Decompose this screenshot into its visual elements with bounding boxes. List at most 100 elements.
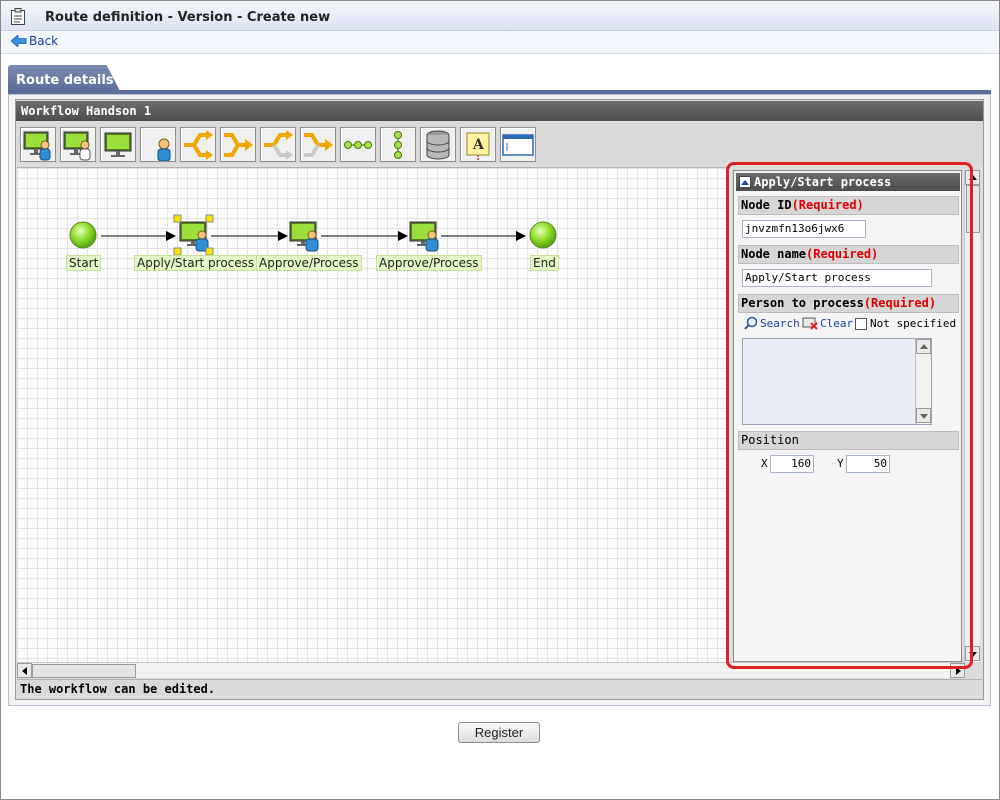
title-bar: Route definition - Version - Create new bbox=[1, 1, 999, 31]
page-title: Route definition - Version - Create new bbox=[45, 10, 331, 25]
person-label: Person to process bbox=[741, 296, 864, 310]
node-label: Apply/Start process bbox=[134, 255, 258, 271]
clear-icon bbox=[802, 317, 818, 330]
back-arrow-icon bbox=[11, 35, 27, 47]
properties-panel-header: Apply/Start process bbox=[736, 173, 960, 191]
vertical-flow-tool[interactable] bbox=[380, 127, 416, 162]
end-node[interactable] bbox=[529, 221, 557, 249]
database-tool[interactable] bbox=[420, 127, 456, 162]
properties-panel-title: Apply/Start process bbox=[754, 175, 892, 189]
selection-handle[interactable] bbox=[173, 247, 182, 256]
person-node-icon bbox=[157, 138, 171, 161]
node-label: Approve/Process bbox=[376, 255, 482, 271]
horizontal-scroll-thumb[interactable] bbox=[32, 664, 136, 678]
approve-node-2[interactable] bbox=[409, 221, 439, 252]
search-link[interactable]: Search bbox=[744, 316, 800, 330]
search-label: Search bbox=[760, 316, 800, 330]
branch-merge-tool[interactable] bbox=[220, 127, 256, 162]
window-icon bbox=[502, 133, 534, 156]
required-marker: (Required) bbox=[863, 296, 937, 310]
node-id-field[interactable]: jnvzmfn13o6jwx6 bbox=[742, 220, 866, 238]
node-label: Start bbox=[66, 255, 102, 271]
back-link[interactable]: Back bbox=[11, 34, 58, 48]
person-list-scrollbar[interactable] bbox=[915, 339, 931, 424]
back-bar: Back bbox=[1, 31, 999, 54]
approve-node-icon bbox=[63, 131, 91, 160]
scroll-left-button[interactable] bbox=[17, 663, 32, 678]
search-icon bbox=[744, 316, 758, 330]
horizontal-flow-icon bbox=[344, 140, 372, 149]
approve-node-icon bbox=[409, 221, 439, 252]
scroll-up-button[interactable] bbox=[916, 339, 931, 354]
person-header: Person to process(Required) bbox=[738, 294, 959, 313]
apply-node-icon bbox=[179, 221, 209, 252]
selection-handle[interactable] bbox=[173, 214, 182, 223]
x-label: X bbox=[761, 457, 768, 470]
required-marker: (Required) bbox=[806, 247, 879, 261]
database-icon bbox=[426, 130, 450, 159]
vertical-scroll-thumb[interactable] bbox=[966, 185, 980, 233]
not-specified-checkbox[interactable] bbox=[855, 317, 867, 330]
arrow-right-icon bbox=[955, 666, 961, 675]
tab-route-details-label: Route details bbox=[16, 73, 114, 88]
node-toolbar: A bbox=[17, 124, 982, 164]
workflow-diagram bbox=[69, 214, 557, 256]
node-id-label: Node ID bbox=[741, 198, 792, 212]
vertical-scrollbar[interactable] bbox=[964, 170, 980, 662]
vertical-flow-icon bbox=[394, 130, 402, 159]
window-tool[interactable] bbox=[500, 127, 536, 162]
text-label-tool[interactable]: A bbox=[460, 127, 496, 162]
x-position-field[interactable]: 160 bbox=[770, 455, 814, 473]
end-node-icon bbox=[529, 221, 557, 249]
start-node-icon bbox=[69, 221, 97, 249]
not-specified-label: Not specified bbox=[870, 317, 957, 330]
scroll-down-button[interactable] bbox=[965, 646, 980, 661]
svg-text:A: A bbox=[472, 137, 485, 153]
clear-label: Clear bbox=[820, 316, 854, 330]
not-specified-option[interactable]: Not specified bbox=[855, 317, 956, 330]
node-id-header: Node ID(Required) bbox=[738, 196, 959, 215]
merge-outline-icon bbox=[304, 132, 333, 157]
split-outline-icon bbox=[264, 129, 293, 160]
split-outline-tool[interactable] bbox=[260, 127, 296, 162]
approve-node-1[interactable] bbox=[289, 221, 319, 252]
scroll-up-button[interactable] bbox=[965, 170, 980, 185]
node-name-header: Node name(Required) bbox=[738, 245, 959, 264]
text-label-icon: A bbox=[466, 132, 490, 160]
position-header: Position bbox=[738, 431, 959, 450]
arrow-down-icon bbox=[919, 413, 928, 419]
merge-outline-tool[interactable] bbox=[300, 127, 336, 162]
status-bar: The workflow can be edited. bbox=[17, 679, 982, 698]
monitor-node-icon bbox=[104, 132, 132, 157]
apply-node-icon bbox=[23, 131, 51, 160]
horizontal-flow-tool[interactable] bbox=[340, 127, 376, 162]
workflow-canvas[interactable]: Start Apply/Start process Approve/Proces… bbox=[17, 167, 730, 662]
clipboard-icon bbox=[11, 8, 25, 25]
person-list[interactable] bbox=[742, 338, 932, 425]
selection-handle[interactable] bbox=[205, 247, 214, 256]
clear-link[interactable]: Clear bbox=[802, 316, 853, 330]
horizontal-scrollbar[interactable] bbox=[17, 662, 965, 678]
node-label: End bbox=[530, 255, 559, 271]
arrow-up-icon bbox=[919, 343, 928, 349]
workflow-name: Workflow Handson 1 bbox=[16, 101, 983, 121]
scroll-down-button[interactable] bbox=[916, 408, 931, 423]
apply-node[interactable] bbox=[173, 214, 214, 256]
node-name-field[interactable]: Apply/Start process bbox=[742, 269, 932, 287]
required-marker: (Required) bbox=[791, 198, 864, 212]
register-button[interactable]: Register bbox=[458, 722, 540, 743]
person-node-tool[interactable] bbox=[140, 127, 176, 162]
y-position-field[interactable]: 50 bbox=[846, 455, 890, 473]
branch-split-tool[interactable] bbox=[180, 127, 216, 162]
monitor-node-tool[interactable] bbox=[100, 127, 136, 162]
approve-node-icon bbox=[289, 221, 319, 252]
scroll-right-button[interactable] bbox=[950, 663, 965, 678]
arrow-left-icon bbox=[21, 666, 27, 675]
branch-split-icon bbox=[184, 129, 213, 160]
start-node[interactable] bbox=[69, 221, 97, 249]
node-label: Approve/Process bbox=[256, 255, 362, 271]
approve-node-tool[interactable] bbox=[60, 127, 96, 162]
collapse-icon[interactable] bbox=[739, 176, 751, 188]
selection-handle[interactable] bbox=[205, 214, 214, 223]
apply-node-tool[interactable] bbox=[20, 127, 56, 162]
